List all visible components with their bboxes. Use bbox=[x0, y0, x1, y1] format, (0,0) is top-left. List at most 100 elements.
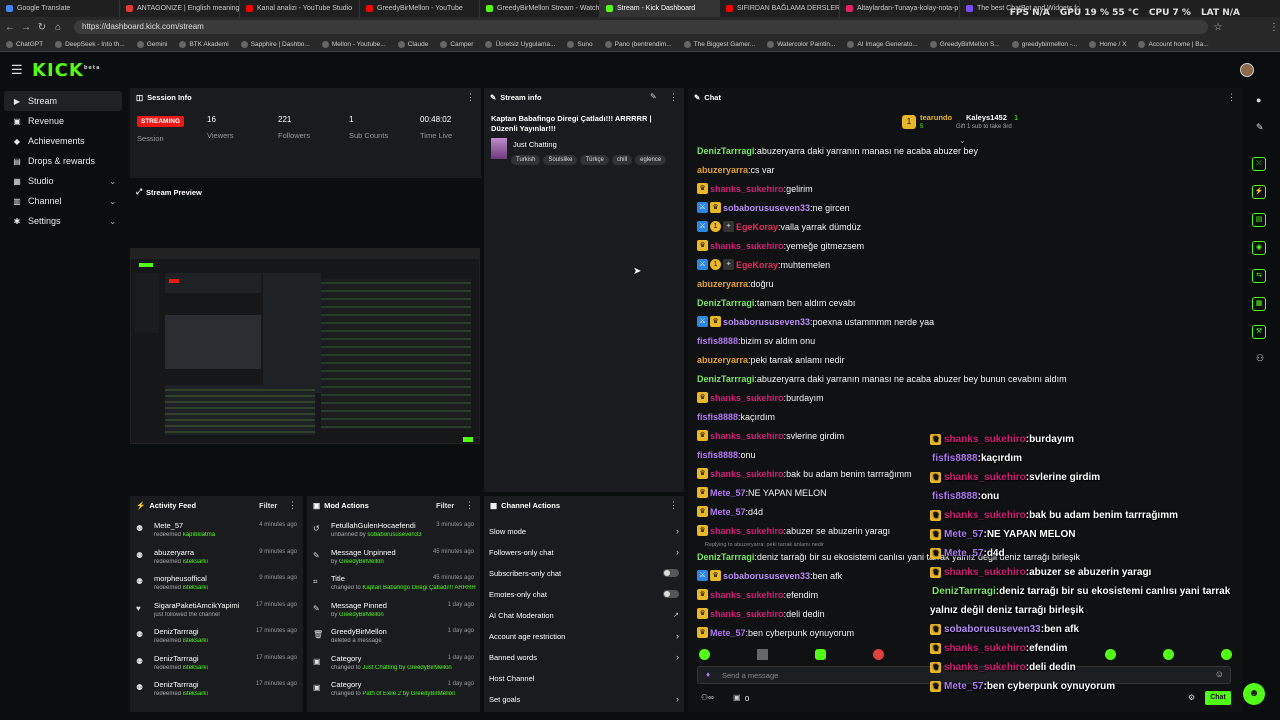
smile-icon[interactable]: ☺ bbox=[1215, 669, 1224, 679]
chat-username[interactable]: Mete_57 bbox=[710, 507, 746, 517]
bookmark[interactable]: ChatGPT bbox=[6, 40, 43, 48]
emote-icon[interactable] bbox=[1221, 649, 1232, 660]
browser-tab[interactable]: Kanal analizi - YouTube Studio bbox=[240, 0, 360, 17]
chat-username[interactable]: abuzeryarra bbox=[697, 279, 748, 289]
rail-tool-icon[interactable]: ◉ bbox=[1252, 241, 1266, 255]
emote-icon[interactable] bbox=[873, 649, 884, 660]
bookmark[interactable]: Home / X bbox=[1089, 40, 1126, 48]
chat-message[interactable]: ♛ shanks_sukehiro: gelirim bbox=[697, 179, 813, 198]
chat-message[interactable]: DenizTarrragi: abuzeryarra daki yarranın… bbox=[697, 369, 1067, 388]
chat-username[interactable]: sobaborususeven33 bbox=[723, 203, 810, 213]
chat-username[interactable]: fisfis8888 bbox=[697, 336, 738, 346]
feed-row[interactable]: ⚉ abuzeryarra redeemed isteksarkı 9 minutes… bbox=[130, 545, 303, 572]
channel-action-set-goals[interactable]: Set goals › bbox=[489, 689, 679, 709]
chat-username[interactable]: Mete_57 bbox=[710, 488, 746, 498]
bookmark[interactable]: BTK Akademi bbox=[179, 40, 229, 48]
share-icon[interactable]: ⚇ bbox=[1256, 353, 1264, 364]
chat-username[interactable]: DenizTarrragi bbox=[697, 146, 754, 156]
chat-message[interactable]: abuzeryarra: cs var bbox=[697, 160, 775, 179]
bookmark[interactable]: The Biggest Gamer... bbox=[683, 40, 755, 48]
chat-message[interactable]: ♛ Mete_57: ben cyberpunk oynuyorum bbox=[697, 623, 854, 642]
toggle-switch[interactable] bbox=[663, 569, 679, 577]
browser-tab[interactable]: Stream - Kick Dashboard bbox=[600, 0, 720, 17]
emote-icon[interactable] bbox=[757, 649, 768, 660]
channel-action-subscribers-only-chat[interactable]: Subscribers-only chat bbox=[489, 563, 679, 583]
rail-tool-icon[interactable]: ⇆ bbox=[1252, 269, 1266, 283]
more-icon[interactable]: ⋮ bbox=[466, 92, 475, 103]
browser-tab[interactable]: SIFIRDAN BAĞLAMA DERSLERİ 6 ( bbox=[720, 0, 840, 17]
chat-message[interactable]: ⚔ ♛ sobaborususeven33: ben afk bbox=[697, 566, 842, 585]
feed-row[interactable]: ▣ Category changed to Just Chatting by Gre… bbox=[307, 651, 480, 678]
bookmark[interactable]: Claude bbox=[397, 40, 428, 48]
feed-row[interactable]: ⌗ Title changed to Kaptan Babafingo Diregi… bbox=[307, 571, 480, 598]
chat-message[interactable]: ♛ shanks_sukehiro: abuzer se abuzerin yar… bbox=[697, 521, 890, 540]
chat-username[interactable]: DenizTarrragi bbox=[697, 298, 754, 308]
chat-username[interactable]: EgeKoray bbox=[736, 260, 778, 270]
sidebar-item-stream[interactable]: ▶ Stream bbox=[4, 91, 122, 111]
pencil-tool-icon[interactable]: ✎ bbox=[1256, 122, 1264, 133]
chat-username[interactable]: DenizTarrragi bbox=[697, 374, 754, 384]
browser-tab[interactable]: GreedyBirMellon - YouTube bbox=[360, 0, 480, 17]
chat-message[interactable]: abuzeryarra: doğru bbox=[697, 274, 774, 293]
bookmark[interactable]: Camper bbox=[440, 40, 473, 48]
info-circle-icon[interactable]: ● bbox=[1256, 95, 1261, 105]
bookmark[interactable]: Pano (bentrendim... bbox=[604, 40, 672, 48]
bookmark[interactable]: DeepSeek - Into th... bbox=[55, 40, 125, 48]
rail-tool-icon[interactable]: ⚒ bbox=[1252, 325, 1266, 339]
edit-icon[interactable]: ✎ bbox=[650, 92, 657, 101]
feed-row[interactable]: ↺ FetullahGulenHocaefendi unbanned by soba… bbox=[307, 518, 480, 545]
more-icon[interactable]: ⋮ bbox=[669, 92, 678, 103]
sidebar-item-studio[interactable]: ▦ Studio ⌄ bbox=[4, 171, 122, 191]
chat-username[interactable]: shanks_sukehiro bbox=[710, 609, 784, 619]
chat-username[interactable]: Mete_57 bbox=[710, 628, 746, 638]
browser-tab[interactable]: ANTAGONIZE | English meaning - bbox=[120, 0, 240, 17]
filter-button[interactable]: Filter bbox=[436, 501, 454, 510]
channel-action-ai-chat-moderation[interactable]: AI Chat Moderation ↗ bbox=[489, 605, 679, 625]
sidebar-item-revenue[interactable]: ▣ Revenue bbox=[4, 111, 122, 131]
bookmark[interactable]: GreedyBirMellon S... bbox=[929, 40, 1000, 48]
stream-tag[interactable]: Soulslike bbox=[543, 155, 578, 165]
more-icon[interactable]: ⋮ bbox=[288, 500, 297, 511]
feed-row[interactable]: ⚉ Mete_57 redeemed kapıbklatma 4 minutes ag… bbox=[130, 518, 303, 545]
chat-input[interactable]: Send a message bbox=[722, 671, 778, 680]
chat-settings-icon[interactable]: ⚙ bbox=[1188, 693, 1195, 702]
bookmark[interactable]: greedybirmellon -... bbox=[1011, 40, 1077, 48]
feed-row[interactable]: ✎ Message Pinned by GreedyBirMellon 1 day a… bbox=[307, 598, 480, 625]
chat-message[interactable]: fisfis8888: onu bbox=[697, 445, 756, 464]
feed-row[interactable]: ⚉ DenizTarrragi redeemed isteksarkı 17 minu… bbox=[130, 651, 303, 678]
feed-row[interactable]: ▣ Category changed to Path of Exile 2 by G… bbox=[307, 677, 480, 704]
chat-username[interactable]: shanks_sukehiro bbox=[710, 590, 784, 600]
kick-logo[interactable]: KICKbeta bbox=[32, 60, 101, 81]
chat-username[interactable]: EgeKoray bbox=[736, 222, 778, 232]
bookmark[interactable]: Mellon - Youtube... bbox=[321, 40, 386, 48]
feed-row[interactable]: ⚉ DenizTarrragi redeemed isteksarkı 17 minu… bbox=[130, 677, 303, 704]
chat-username[interactable]: abuzeryarra bbox=[697, 355, 748, 365]
star-icon[interactable]: ☆ bbox=[1212, 22, 1224, 33]
bookmark[interactable]: Sapphire | Dashbo... bbox=[240, 40, 310, 48]
chat-message[interactable]: ♛ Mete_57: NE YAPAN MELON bbox=[697, 483, 827, 502]
menu-icon[interactable]: ☰ bbox=[11, 62, 23, 78]
chat-username[interactable]: abuzeryarra bbox=[697, 165, 748, 175]
extensions-icon[interactable]: ⋮ bbox=[1268, 22, 1280, 33]
gifter-leaderboard[interactable]: 1 tearundo 5 Kaleys1452 1 Gift 1 sub to … bbox=[902, 112, 1038, 134]
chat-message[interactable]: ⚔ 1 ✦ EgeKoray: valla yarrak dümdüz bbox=[697, 217, 861, 236]
channel-action-account-age-restriction[interactable]: Account age restriction › bbox=[489, 626, 679, 646]
chat-username[interactable]: shanks_sukehiro bbox=[710, 393, 784, 403]
chat-message[interactable]: ⚔ ♛ sobaborususeven33: poexna ustammmm ner… bbox=[697, 312, 934, 331]
feed-row[interactable]: 🗑 GreedyBirMellon deleted a message 1 day … bbox=[307, 624, 480, 651]
chat-username[interactable]: shanks_sukehiro bbox=[710, 241, 784, 251]
toggle-switch[interactable] bbox=[663, 590, 679, 598]
chat-username[interactable]: fisfis8888 bbox=[697, 450, 738, 460]
avatar[interactable] bbox=[1240, 63, 1254, 77]
channel-action-slow-mode[interactable]: Slow mode › bbox=[489, 521, 679, 541]
help-chat-button[interactable]: ☻ bbox=[1243, 683, 1265, 705]
chat-send-button[interactable]: Chat bbox=[1205, 691, 1231, 705]
bookmark[interactable]: Suno bbox=[567, 40, 593, 48]
chat-message[interactable]: DenizTarrragi: abuzeryarra daki yarranın… bbox=[697, 141, 978, 160]
rail-tool-icon[interactable]: ⤫ bbox=[1252, 157, 1266, 171]
channel-action-emotes-only-chat[interactable]: Emotes-only chat bbox=[489, 584, 679, 604]
channel-action-host-channel[interactable]: Host Channel bbox=[489, 668, 679, 688]
chat-username[interactable]: sobaborususeven33 bbox=[723, 317, 810, 327]
chat-message[interactable]: DenizTarrragi: deniz tarrağı bir su ekos… bbox=[697, 547, 1080, 566]
emote-picker-icon[interactable]: ♦ bbox=[706, 670, 710, 679]
